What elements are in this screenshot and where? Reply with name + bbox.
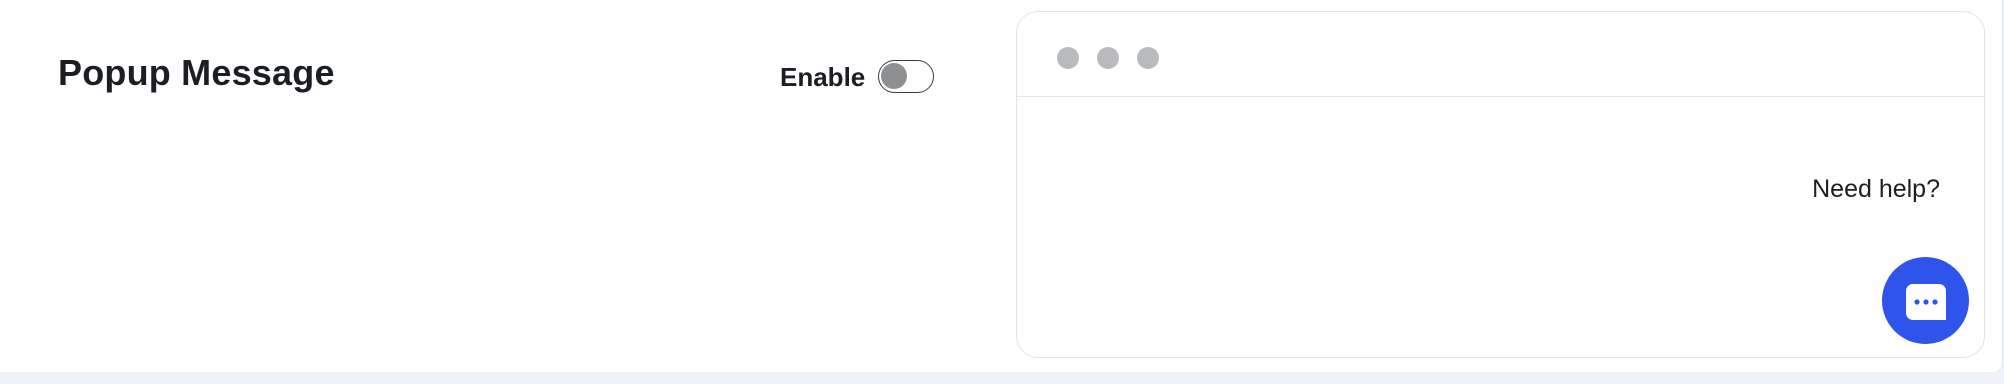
section-title: Popup Message — [58, 52, 335, 93]
toggle-knob — [881, 63, 907, 89]
window-dot — [1137, 47, 1159, 69]
preview-title-bar — [1017, 12, 1984, 97]
window-dot — [1057, 47, 1079, 69]
popup-preview-window: Need help? — [1016, 11, 1985, 358]
window-dot — [1097, 47, 1119, 69]
popup-message-card: Popup Message Enable Need help? — [0, 0, 2003, 372]
enable-label: Enable — [780, 62, 866, 92]
enable-toggle[interactable] — [878, 60, 934, 93]
chat-launcher-button[interactable] — [1882, 257, 1969, 344]
chat-bubble-icon — [1906, 284, 1946, 320]
help-message: Need help? — [1812, 175, 1940, 203]
